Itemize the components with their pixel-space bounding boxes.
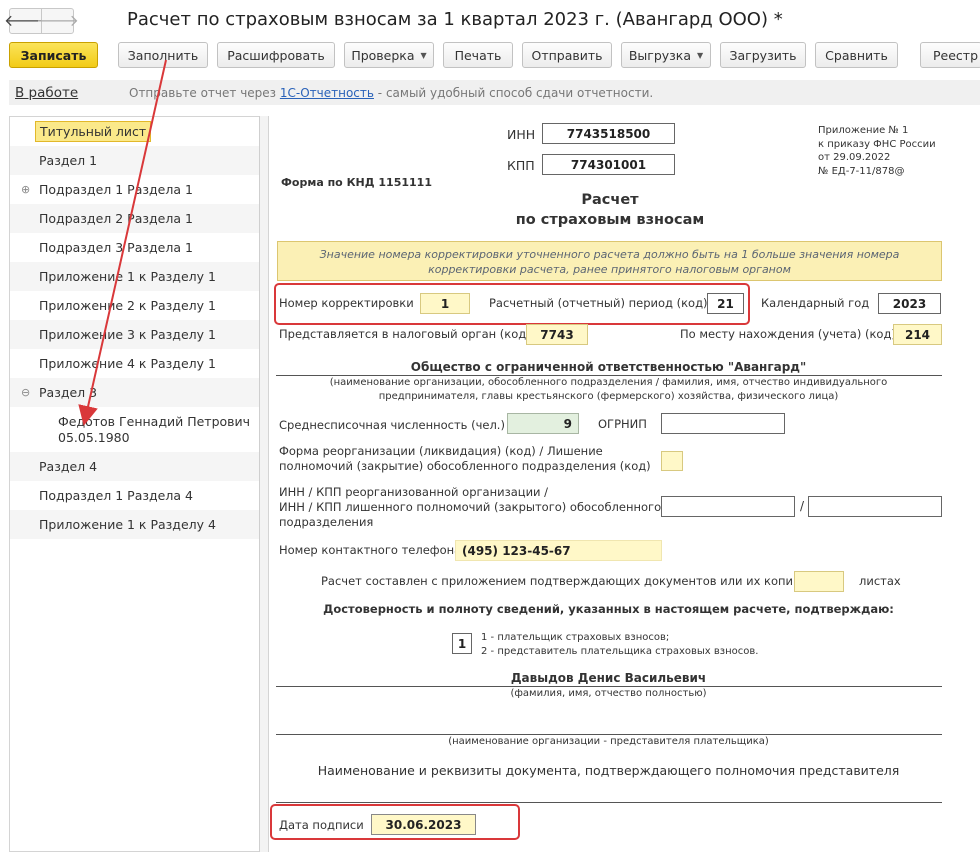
annotation-arrow	[78, 59, 167, 426]
